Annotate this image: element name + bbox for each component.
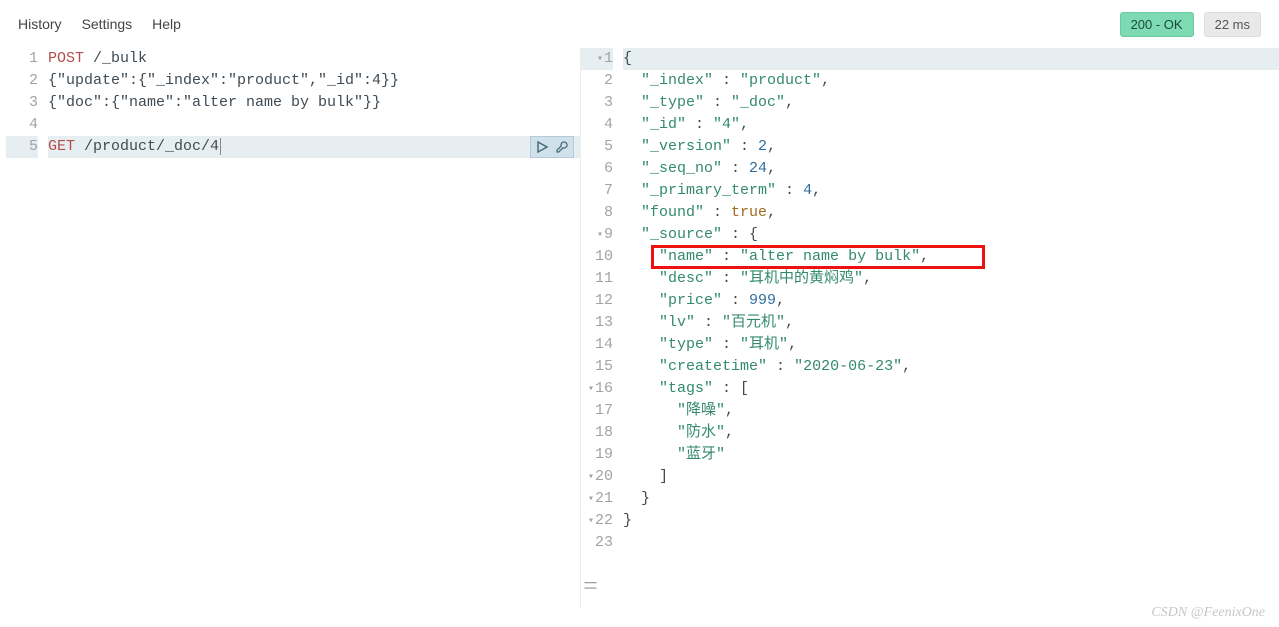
request-line[interactable] — [48, 114, 580, 136]
menu-settings[interactable]: Settings — [82, 16, 133, 32]
response-line: "found" : true, — [623, 202, 1279, 224]
response-viewer[interactable]: ▾ 12345678▾ 9101112131415▾ 16171819▾ 20▾… — [580, 48, 1279, 608]
menu: History Settings Help — [18, 16, 181, 32]
status-group: 200 - OK 22 ms — [1120, 12, 1261, 37]
response-line: "_version" : 2, — [623, 136, 1279, 158]
wrench-icon[interactable] — [555, 140, 569, 154]
request-line[interactable]: {"doc":{"name":"alter name by bulk"}} — [48, 92, 580, 114]
response-code: { "_index" : "product", "_type" : "_doc"… — [623, 48, 1279, 608]
workspace: 12345 POST /_bulk{"update":{"_index":"pr… — [0, 48, 1279, 608]
response-line: "防水", — [623, 422, 1279, 444]
watermark: CSDN @FeenixOne — [1151, 605, 1265, 621]
response-line: "_id" : "4", — [623, 114, 1279, 136]
timing-badge: 22 ms — [1204, 12, 1261, 37]
response-line: "lv" : "百元机", — [623, 312, 1279, 334]
response-line: "type" : "耳机", — [623, 334, 1279, 356]
response-line: "降噪", — [623, 400, 1279, 422]
request-code[interactable]: POST /_bulk{"update":{"_index":"product"… — [48, 48, 580, 608]
response-line: "_primary_term" : 4, — [623, 180, 1279, 202]
response-line: "_seq_no" : 24, — [623, 158, 1279, 180]
pane-splitter[interactable]: || — [584, 581, 599, 592]
request-gutter: 12345 — [6, 48, 48, 608]
response-line: "蓝牙" — [623, 444, 1279, 466]
response-line: } — [623, 510, 1279, 532]
response-line — [623, 532, 1279, 554]
topbar: History Settings Help 200 - OK 22 ms — [0, 0, 1279, 48]
response-line: { — [623, 48, 1279, 70]
request-editor[interactable]: 12345 POST /_bulk{"update":{"_index":"pr… — [6, 48, 580, 608]
response-line: ] — [623, 466, 1279, 488]
run-controls[interactable] — [530, 136, 574, 158]
response-line: "_source" : { — [623, 224, 1279, 246]
request-line[interactable]: POST /_bulk — [48, 48, 580, 70]
response-line: "name" : "alter name by bulk", — [623, 246, 1279, 268]
response-line: } — [623, 488, 1279, 510]
status-badge: 200 - OK — [1120, 12, 1194, 37]
response-line: "price" : 999, — [623, 290, 1279, 312]
response-line: "createtime" : "2020-06-23", — [623, 356, 1279, 378]
response-line: "tags" : [ — [623, 378, 1279, 400]
play-icon[interactable] — [535, 140, 549, 154]
menu-help[interactable]: Help — [152, 16, 181, 32]
response-line: "_type" : "_doc", — [623, 92, 1279, 114]
response-line: "desc" : "耳机中的黄焖鸡", — [623, 268, 1279, 290]
menu-history[interactable]: History — [18, 16, 62, 32]
response-line: "_index" : "product", — [623, 70, 1279, 92]
request-line[interactable]: GET /product/_doc/4 — [48, 136, 580, 158]
response-gutter: ▾ 12345678▾ 9101112131415▾ 16171819▾ 20▾… — [581, 48, 623, 608]
request-line[interactable]: {"update":{"_index":"product","_id":4}} — [48, 70, 580, 92]
